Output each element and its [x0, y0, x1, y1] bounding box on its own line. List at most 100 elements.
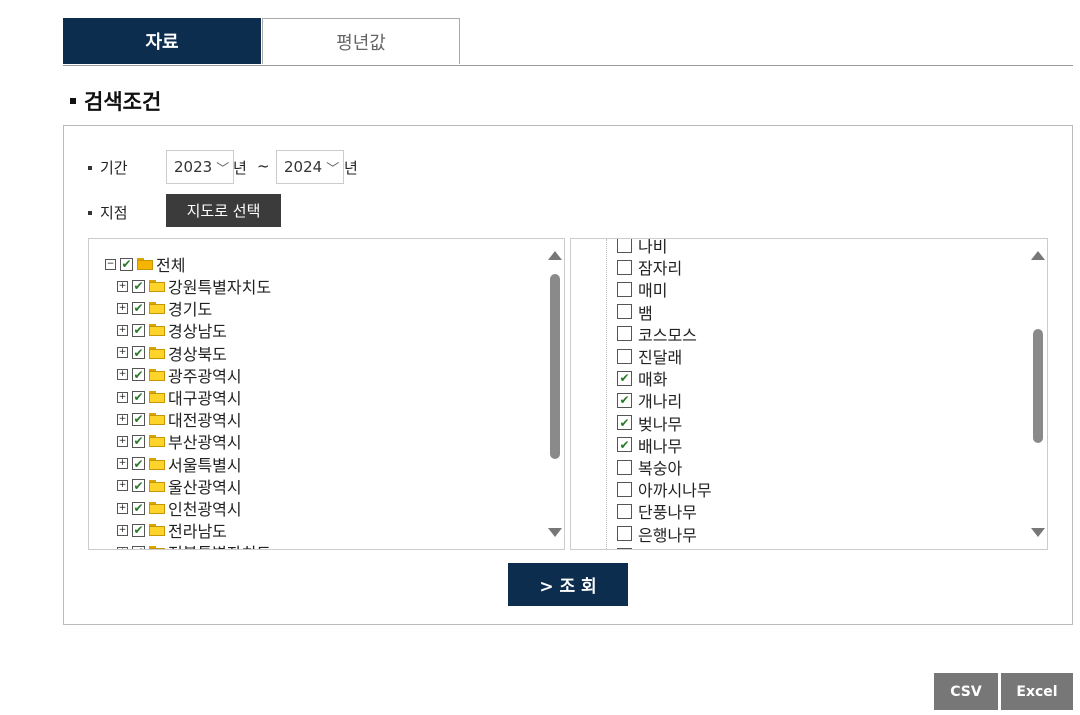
tree-item[interactable]: + ✔ 경상북도 [117, 342, 227, 364]
expand-icon[interactable]: + [117, 524, 128, 536]
excel-download-button[interactable]: Excel [1001, 673, 1073, 710]
phenomenon-item[interactable]: 은행나무 [617, 523, 697, 545]
phenomenon-item[interactable]: 억새 [617, 545, 667, 549]
checkbox-unchecked[interactable] [617, 503, 632, 519]
checkbox-checked[interactable]: ✔ [132, 346, 145, 360]
phenomena-scrollbar[interactable] [1029, 247, 1045, 541]
expand-icon[interactable]: + [117, 435, 128, 447]
checkbox-unchecked[interactable] [617, 304, 632, 320]
expand-icon[interactable]: + [117, 302, 128, 314]
tree-item[interactable]: + ✔ 경기도 [117, 297, 212, 319]
checkbox-checked[interactable]: ✔ [617, 370, 632, 386]
tree-item[interactable]: + ✔ 울산광역시 [117, 475, 242, 497]
folder-icon [149, 324, 165, 337]
tree-item[interactable]: + ✔ 경상남도 [117, 319, 227, 341]
checkbox-checked[interactable]: ✔ [120, 257, 133, 271]
scroll-down-icon[interactable] [1031, 528, 1045, 537]
phenomenon-item[interactable]: 진달래 [617, 345, 682, 367]
from-year-select[interactable]: 2023 ﹀ [166, 150, 234, 184]
scroll-up-icon[interactable] [1031, 251, 1045, 260]
checkbox-checked[interactable]: ✔ [132, 323, 145, 337]
checkbox-unchecked[interactable] [617, 259, 632, 275]
checkbox-unchecked[interactable] [617, 281, 632, 297]
tree-root[interactable]: − ✔ 전체 [105, 253, 185, 275]
scroll-thumb[interactable] [1033, 329, 1043, 443]
tree-item[interactable]: + ✔ 전북특별자치도 [117, 541, 271, 549]
checkbox-checked[interactable]: ✔ [132, 545, 145, 549]
checkbox-checked[interactable]: ✔ [617, 392, 632, 408]
checkbox-unchecked[interactable] [617, 348, 632, 364]
tree-item[interactable]: + ✔ 광주광역시 [117, 364, 242, 386]
search-button[interactable]: > 조 회 [508, 563, 628, 606]
expand-icon[interactable]: + [117, 458, 128, 470]
tree-item-label: 전북특별자치도 [168, 540, 271, 549]
tree-item-label: 전라남도 [168, 522, 227, 542]
checkbox-unchecked[interactable] [617, 548, 632, 549]
expand-icon[interactable]: + [117, 502, 128, 514]
checkbox-unchecked[interactable] [617, 459, 632, 475]
tree-item[interactable]: + ✔ 강원특별자치도 [117, 275, 271, 297]
phenomenon-label: 복숭아 [638, 459, 683, 478]
region-tree: − ✔ 전체 + ✔ 강원특별자치도 + ✔ 경기도 + ✔ 경상남도 + ✔ 경상북도 + ✔ 광주광역시… [88, 238, 565, 550]
checkbox-unchecked[interactable] [617, 239, 632, 253]
checkbox-unchecked[interactable] [617, 481, 632, 497]
checkbox-checked[interactable]: ✔ [617, 437, 632, 453]
scroll-up-icon[interactable] [548, 251, 562, 260]
checkbox-checked[interactable]: ✔ [132, 412, 145, 426]
tree-item[interactable]: + ✔ 대전광역시 [117, 408, 242, 430]
checkbox-checked[interactable]: ✔ [132, 479, 145, 493]
expand-icon[interactable]: + [117, 280, 128, 292]
phenomenon-item[interactable]: ✔ 배나무 [617, 434, 682, 456]
expand-icon[interactable]: + [117, 391, 128, 403]
checkbox-checked[interactable]: ✔ [132, 368, 145, 382]
tree-item[interactable]: + ✔ 서울특별시 [117, 453, 242, 475]
checkbox-unchecked[interactable] [617, 326, 632, 342]
tree-item[interactable]: + ✔ 인천광역시 [117, 497, 242, 519]
tree-item[interactable]: + ✔ 대구광역시 [117, 386, 242, 408]
map-select-button[interactable]: 지도로 선택 [166, 194, 281, 227]
checkbox-checked[interactable]: ✔ [132, 523, 145, 537]
phenomenon-item[interactable]: 나비 [617, 239, 667, 256]
expand-icon[interactable]: + [117, 413, 128, 425]
checkbox-checked[interactable]: ✔ [132, 301, 145, 315]
phenomenon-label: 단풍나무 [638, 503, 697, 523]
checkbox-checked[interactable]: ✔ [132, 501, 145, 515]
phenomenon-item[interactable]: 아까시나무 [617, 478, 712, 500]
tab-bar: 자료 평년값 [63, 18, 1073, 66]
checkbox-checked[interactable]: ✔ [132, 279, 145, 293]
phenomenon-item[interactable]: 잠자리 [617, 256, 682, 278]
folder-icon [149, 546, 165, 549]
tree-item-label: 서울특별시 [168, 455, 242, 475]
scroll-down-icon[interactable] [548, 528, 562, 537]
checkbox-checked[interactable]: ✔ [132, 434, 145, 448]
phenomenon-item[interactable]: ✔ 개나리 [617, 389, 682, 411]
csv-download-button[interactable]: CSV [934, 673, 998, 710]
expand-icon[interactable]: + [117, 369, 128, 381]
scroll-thumb[interactable] [550, 274, 560, 459]
collapse-icon[interactable]: − [105, 258, 116, 270]
phenomenon-item[interactable]: 뱀 [617, 301, 653, 323]
expand-icon[interactable]: + [117, 324, 128, 336]
folder-icon [149, 479, 165, 492]
phenomenon-item[interactable]: 코스모스 [617, 323, 697, 345]
phenomenon-item[interactable]: ✔ 벚나무 [617, 412, 682, 434]
tree-item-label: 경상남도 [168, 322, 227, 342]
checkbox-unchecked[interactable] [617, 526, 632, 542]
tab-data[interactable]: 자료 [63, 18, 261, 64]
tree-item[interactable]: + ✔ 부산광역시 [117, 430, 242, 452]
expand-icon[interactable]: + [117, 546, 128, 549]
tree-item[interactable]: + ✔ 전라남도 [117, 519, 227, 541]
to-year-select[interactable]: 2024 ﹀ [276, 150, 344, 184]
phenomenon-item[interactable]: ✔ 매화 [617, 367, 667, 389]
phenomenon-item[interactable]: 단풍나무 [617, 500, 697, 522]
phenomenon-item[interactable]: 매미 [617, 278, 667, 300]
checkbox-checked[interactable]: ✔ [617, 415, 632, 431]
tab-normal-values[interactable]: 평년값 [262, 18, 460, 64]
tree-item-label: 경상북도 [168, 344, 227, 364]
expand-icon[interactable]: + [117, 347, 128, 359]
region-tree-scrollbar[interactable] [546, 247, 562, 541]
checkbox-checked[interactable]: ✔ [132, 457, 145, 471]
expand-icon[interactable]: + [117, 480, 128, 492]
phenomenon-item[interactable]: 복숭아 [617, 456, 682, 478]
checkbox-checked[interactable]: ✔ [132, 390, 145, 404]
